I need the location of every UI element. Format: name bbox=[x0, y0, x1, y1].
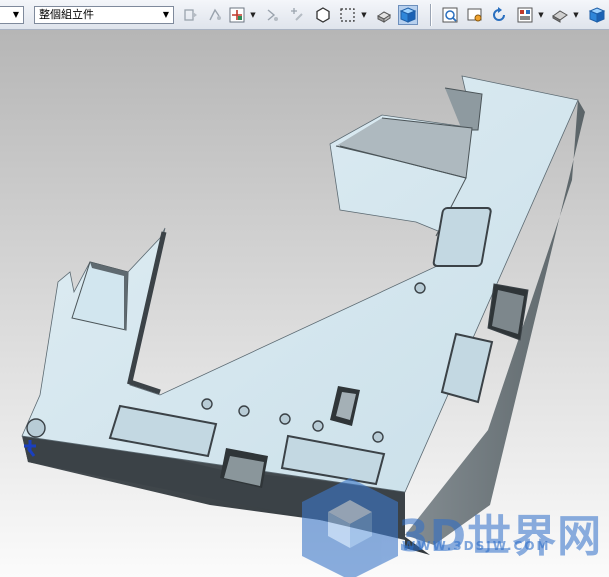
render-style-icon[interactable] bbox=[551, 6, 569, 24]
chevron-down-icon[interactable]: ▼ bbox=[360, 10, 368, 20]
layout-icon[interactable] bbox=[516, 6, 534, 24]
top-notch-upper bbox=[444, 87, 483, 131]
sheet-metal-part[interactable] bbox=[0, 30, 609, 577]
toolbar-separator bbox=[430, 4, 432, 26]
fit-view-icon[interactable] bbox=[441, 6, 459, 24]
select-all-icon[interactable] bbox=[288, 6, 306, 24]
selection-scope-dropdown[interactable]: 整個組立件 ▼ bbox=[34, 6, 174, 24]
rectangle-select-icon[interactable] bbox=[339, 6, 357, 24]
quick-pick-icon[interactable] bbox=[263, 6, 281, 24]
left-combo[interactable]: ▼ bbox=[0, 6, 24, 24]
chevron-down-icon[interactable]: ▼ bbox=[249, 10, 257, 20]
selection-filter-icon[interactable] bbox=[182, 6, 200, 24]
snap-point-icon[interactable] bbox=[206, 6, 224, 24]
selection-scope-value: 整個組立件 bbox=[39, 8, 94, 21]
shaded-cube-icon[interactable] bbox=[588, 6, 606, 24]
select-solid-icon[interactable] bbox=[375, 6, 393, 24]
rotate-icon[interactable] bbox=[490, 6, 508, 24]
pocket-right-1 bbox=[432, 207, 492, 267]
chevron-down-icon: ▼ bbox=[162, 10, 170, 19]
select-vertex-icon[interactable] bbox=[314, 6, 332, 24]
watermark-text: 3D世界网 bbox=[398, 511, 603, 562]
zoom-icon[interactable] bbox=[466, 6, 484, 24]
chevron-down-icon[interactable]: ▼ bbox=[572, 10, 580, 20]
main-toolbar: ▼ 整個組立件 ▼ ▼ ▼ ▼ ▼ bbox=[0, 0, 609, 30]
watermark-url: WWW.3DSJW.COM bbox=[402, 539, 551, 553]
chevron-down-icon: ▼ bbox=[12, 10, 20, 19]
chevron-down-icon[interactable]: ▼ bbox=[537, 10, 545, 20]
3d-cube-icon[interactable] bbox=[398, 5, 418, 25]
graphics-viewport[interactable]: 3D世界网 WWW.3DSJW.COM bbox=[0, 30, 609, 577]
point-on-face-icon[interactable] bbox=[228, 6, 246, 24]
